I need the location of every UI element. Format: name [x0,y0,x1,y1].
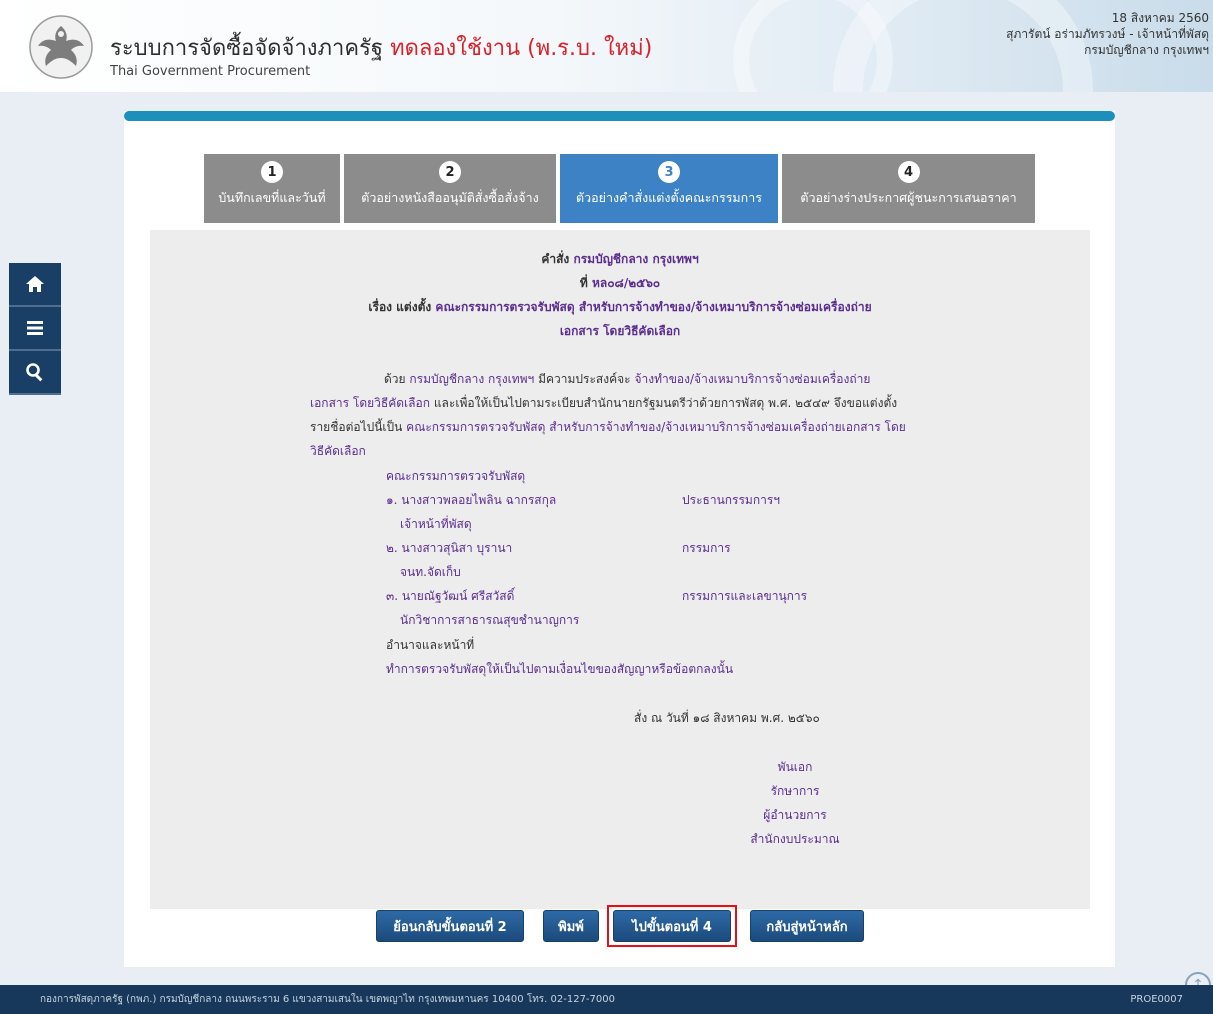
back-to-step-2-button[interactable]: ย้อนกลับขั้นตอนที่ 2 [376,910,524,942]
step-4-tab[interactable]: 4 ตัวอย่างร่างประกาศผู้ชนะการเสนอราคา [782,154,1035,223]
member-1-name: ๑. นางสาวพลอยไพลิน ฉากรสกุล [386,493,557,507]
left-nav [9,263,61,395]
step-2-tab[interactable]: 2 ตัวอย่างหนังสืออนุมัติสั่งซื้อสั่งจ้าง [344,154,556,223]
current-date: 18 สิงหาคม 2560 [1111,11,1209,25]
member-3-name: ๓. นายณัฐวัฒน์ ศรีสวัสดิ์ [386,589,515,603]
number-prefix: ที่ [579,276,588,290]
duty-text: ทำการตรวจรับพัสดุให้เป็นไปตามเงื่อนไขของ… [386,662,734,676]
order-heading: คำสั่ง กรมบัญชีกลาง กรุงเทพฯ [150,250,1090,269]
step-number: 2 [439,161,461,183]
number-value: หล๐๘/๒๕๖๐ [591,276,661,290]
para-line-4: วิธีคัดเลือก [310,444,366,458]
progress-bar [124,111,1115,121]
print-button[interactable]: พิมพ์ [543,910,599,942]
step-number: 1 [261,161,283,183]
header: ระบบการจัดซื้อจัดจ้างภาครัฐ ทดลองใช้งาน … [0,0,1213,92]
subject-text: คณะกรรมการตรวจรับพัสดุ สำหรับการจ้างทำขอ… [435,300,872,314]
member-2-role: กรรมการ [682,541,731,555]
member-1-position: เจ้าหน้าที่พัสดุ [400,517,472,531]
member-2-name: ๒. นางสาวสุนิสา บุรานา [386,541,513,555]
search-button[interactable] [9,351,61,395]
user-info: 18 สิงหาคม 2560 สุภารัตน์ อร่ามภัทรวงษ์ … [1006,10,1209,58]
step-label: ตัวอย่างคำสั่งแต่งตั้งคณะกรรมการ [576,190,762,205]
app-subtitle: Thai Government Procurement [110,64,311,79]
app-title-text: ระบบการจัดซื้อจัดจ้างภาครัฐ [110,36,384,61]
para-line-3: รายชื่อต่อไปนี้เป็น คณะกรรมการตรวจรับพัส… [310,418,906,437]
home-button[interactable] [9,263,61,307]
step-label: ตัวอย่างหนังสืออนุมัติสั่งซื้อสั่งจ้าง [361,190,539,205]
user-name: สุภารัตน์ อร่ามภัทรวงษ์ - เจ้าหน้าที่พัส… [1006,27,1209,41]
main-panel: 1 บันทึกเลขที่และวันที่ 2 ตัวอย่างหนังสื… [124,111,1115,967]
search-icon [26,363,43,382]
step-number: 3 [658,161,680,183]
committee-title: คณะกรรมการตรวจรับพัสดุ [386,469,526,483]
go-to-step-4-button[interactable]: ไปขั้นตอนที่ 4 [613,910,731,942]
signer-title-2: ผู้อำนวยการ [763,808,827,822]
duty-title: อำนาจและหน้าที่ [386,638,475,652]
menu-button[interactable] [9,307,61,351]
step-label: บันทึกเลขที่และวันที่ [218,190,326,205]
footer: กองการพัสดุภาครัฐ (กพภ.) กรมบัญชีกลาง ถน… [0,985,1213,1014]
footer-text: กองการพัสดุภาครัฐ (กพภ.) กรมบัญชีกลาง ถน… [40,994,615,1005]
order-number: ที่ หล๐๘/๒๕๖๐ [150,274,1090,293]
member-1-role: ประธานกรรมการฯ [682,493,781,507]
garuda-logo-icon [29,15,93,79]
signer-rank: พันเอก [777,760,813,774]
user-department: กรมบัญชีกลาง กรุงเทพฯ [1084,43,1209,57]
member-3-role: กรรมการและเลขานุการ [682,589,808,603]
text: มีความประสงค์จะ [538,372,631,386]
menu-icon [27,321,43,335]
signer-title-1: รักษาการ [770,784,820,798]
text: รายชื่อต่อไปนี้เป็น [310,420,403,434]
para-line-1: ด้วย กรมบัญชีกลาง กรุงเทพฯ มีความประสงค์… [384,370,870,389]
document-preview: คำสั่ง กรมบัญชีกลาง กรุงเทพฯ ที่ หล๐๘/๒๕… [150,230,1090,909]
text: และเพื่อให้เป็นไปตามระเบียบสำนักนายกรัฐม… [433,396,898,410]
page-code: PROE0007 [1130,994,1183,1005]
text: ด้วย [384,372,406,386]
text: เอกสาร โดยวิธีคัดเลือก [310,396,430,410]
home-icon [26,276,44,292]
step-number: 4 [897,161,920,183]
member-2-position: จนท.จัดเก็บ [400,565,461,579]
step-label: ตัวอย่างร่างประกาศผู้ชนะการเสนอราคา [800,190,1017,205]
para-line-2: เอกสาร โดยวิธีคัดเลือก และเพื่อให้เป็นไป… [310,394,897,413]
step-3-tab[interactable]: 3 ตัวอย่างคำสั่งแต่งตั้งคณะกรรมการ [560,154,778,223]
subject-line-1: เรื่อง แต่งตั้ง คณะกรรมการตรวจรับพัสดุ ส… [150,298,1090,317]
header-pattern [733,0,893,92]
signer-title-3: สำนักงบประมาณ [750,832,840,846]
text: จ้างทำของ/จ้างเหมาบริการจ้างซ่อมเครื่องถ… [634,372,871,386]
text: คณะกรรมการตรวจรับพัสดุ สำหรับการจ้างทำขอ… [406,420,906,434]
order-dept: กรมบัญชีกลาง กรุงเทพฯ [573,252,699,266]
subject-line-2: เอกสาร โดยวิธีคัดเลือก [559,324,681,338]
trial-label: ทดลองใช้งาน (พ.ร.บ. ใหม่) [390,36,653,61]
ordered-date: สั่ง ณ วันที่ ๑๘ สิงหาคม พ.ศ. ๒๕๖๐ [634,711,820,725]
order-prefix: คำสั่ง [541,252,570,266]
subject-prefix: เรื่อง แต่งตั้ง [368,300,432,314]
step-1-tab[interactable]: 1 บันทึกเลขที่และวันที่ [204,154,340,223]
text: กรมบัญชีกลาง กรุงเทพฯ [409,372,535,386]
back-to-home-button[interactable]: กลับสู่หน้าหลัก [750,910,864,942]
app-title: ระบบการจัดซื้อจัดจ้างภาครัฐ ทดลองใช้งาน … [110,30,652,65]
member-3-position: นักวิชาการสาธารณสุขชำนาญการ [400,613,580,627]
